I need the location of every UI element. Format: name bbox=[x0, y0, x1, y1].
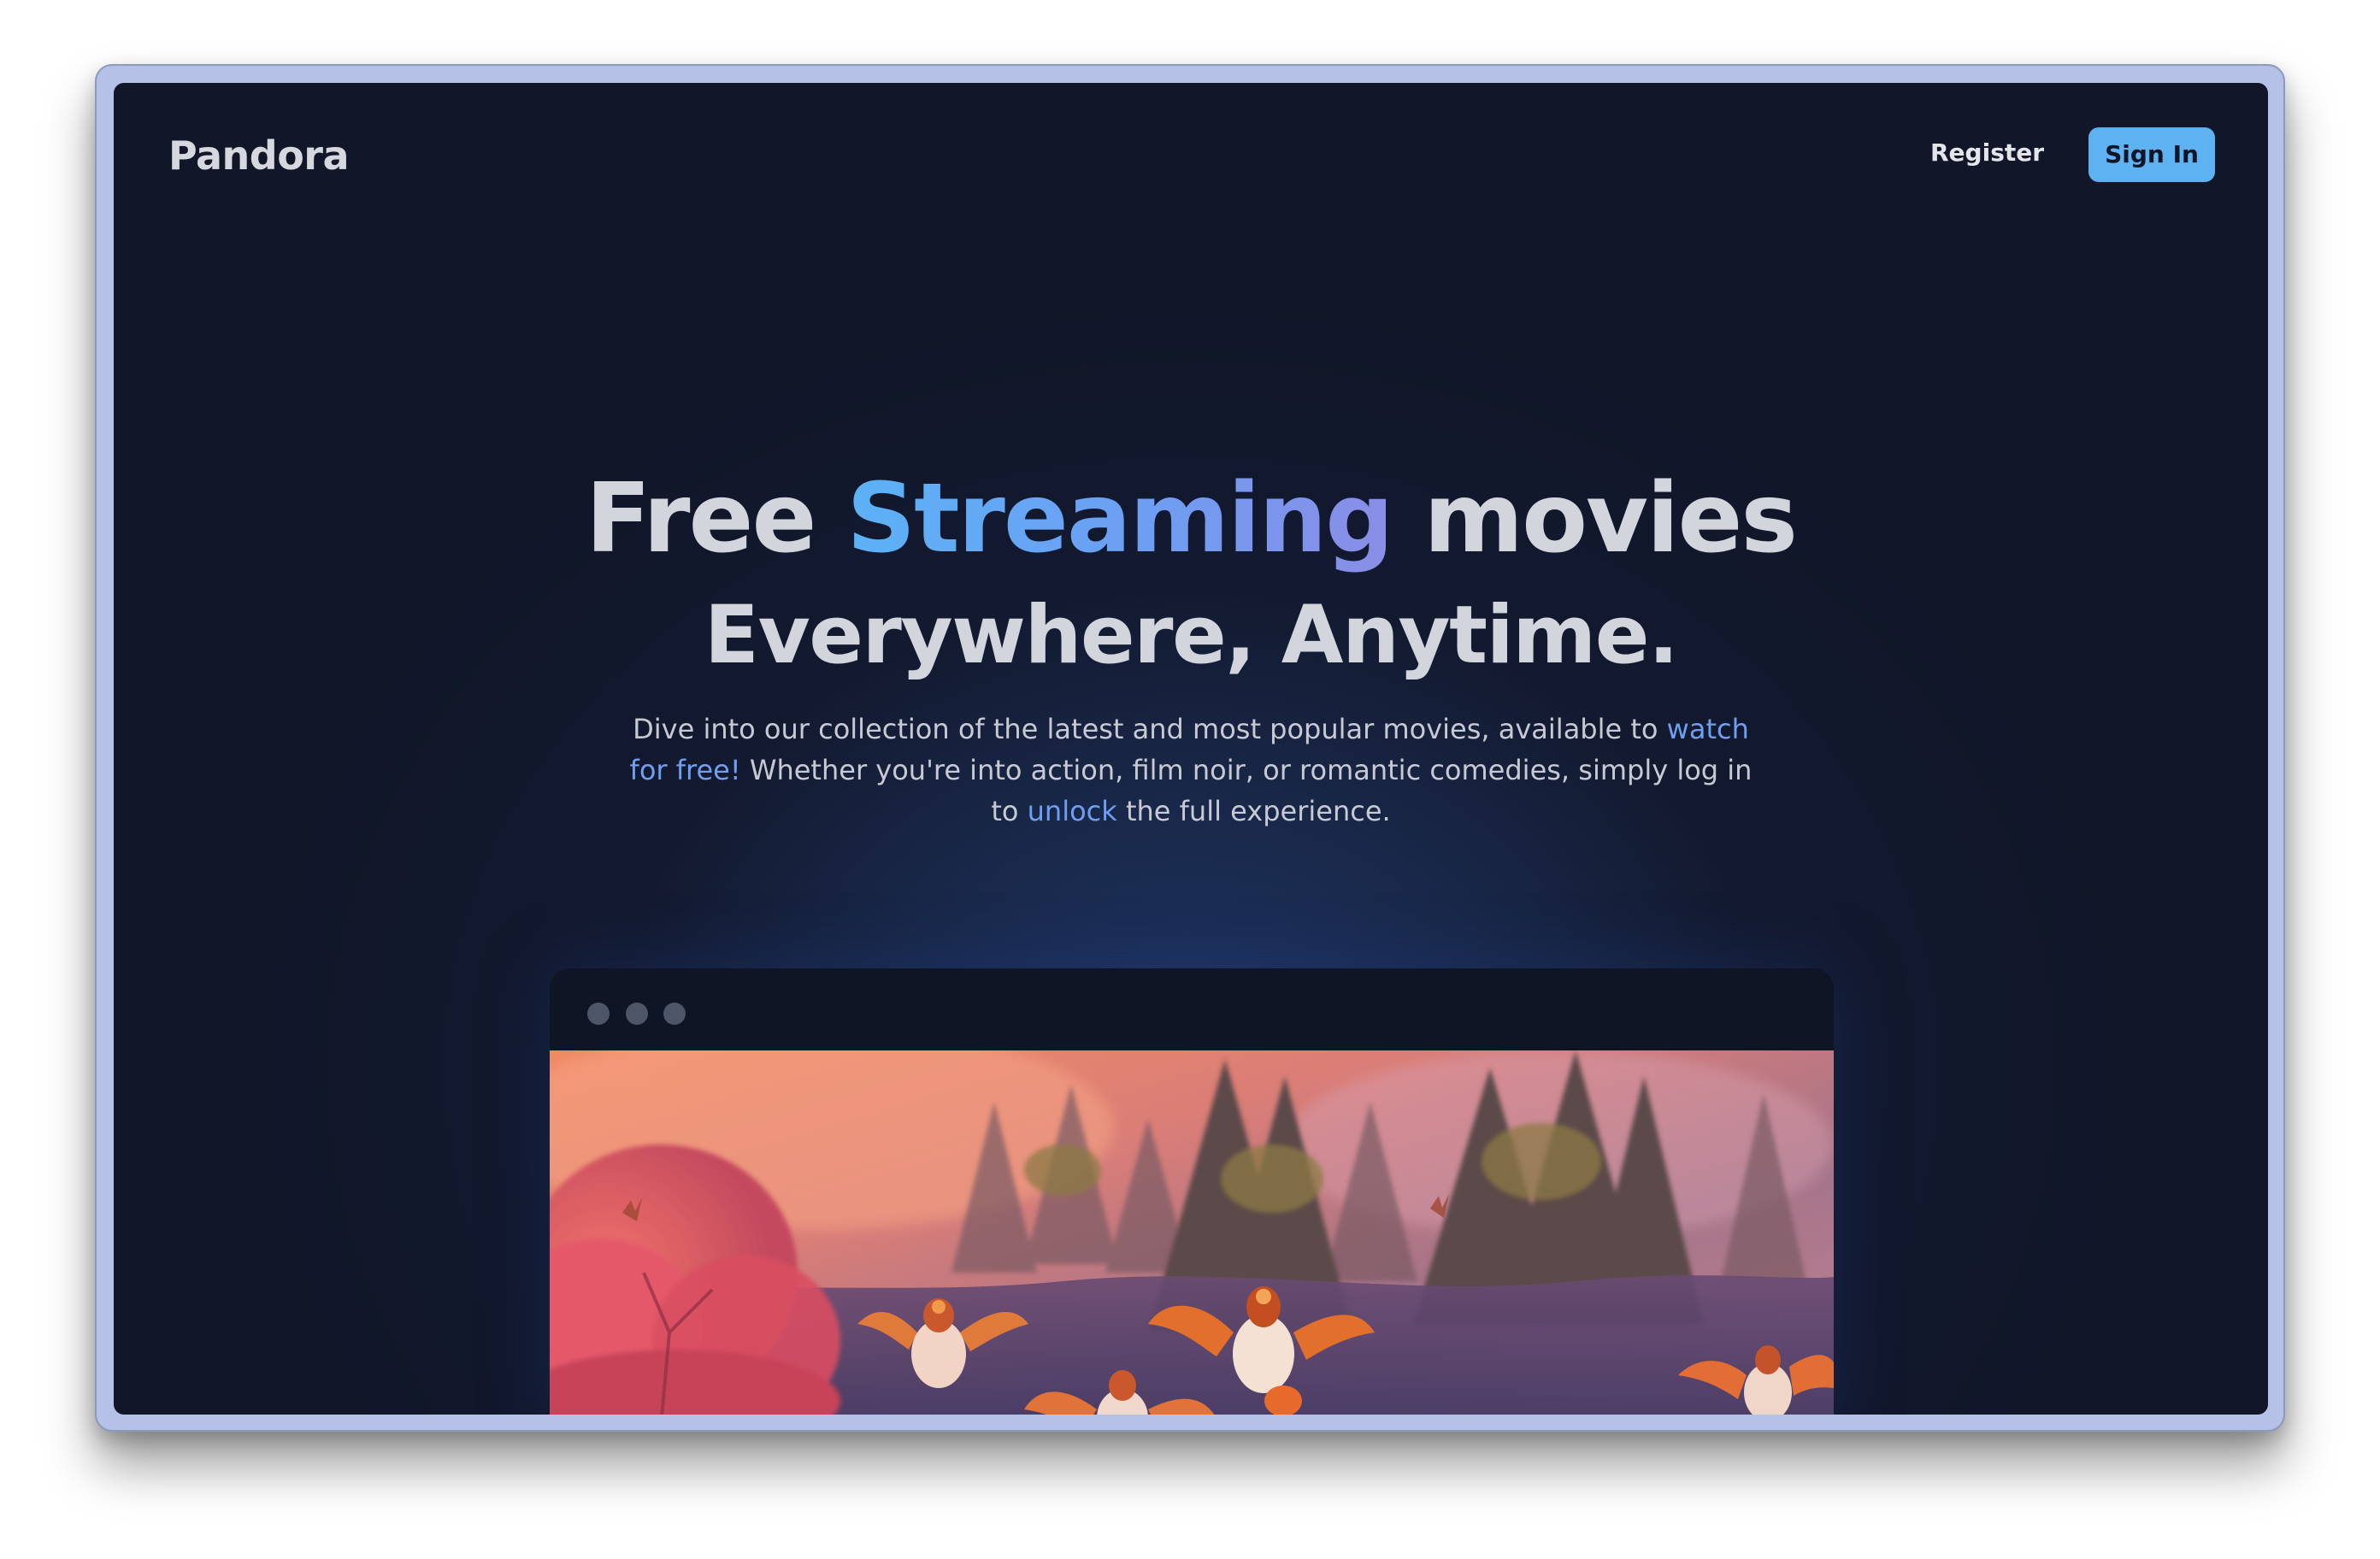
register-link[interactable]: Register bbox=[1930, 136, 2044, 170]
hero-subtitle: Everywhere, Anytime. bbox=[704, 589, 1679, 682]
desc-text-1: Dive into our collection of the latest a… bbox=[633, 713, 1667, 745]
window-dot-icon bbox=[587, 1003, 610, 1025]
hero-title-accent: Streaming bbox=[846, 463, 1393, 574]
preview-window-titlebar bbox=[550, 968, 1834, 1050]
sign-in-button[interactable]: Sign In bbox=[2088, 127, 2215, 182]
preview-window bbox=[550, 968, 1834, 1415]
desc-text-3: the full experience. bbox=[1116, 795, 1391, 827]
device-frame: Pandora Register Sign In Free Streaming … bbox=[95, 64, 2285, 1432]
movie-preview-image bbox=[550, 1050, 1834, 1415]
hero-description: Dive into our collection of the latest a… bbox=[627, 709, 1755, 832]
window-dot-icon bbox=[663, 1003, 686, 1025]
hero-title-part1: Free bbox=[585, 463, 847, 574]
app-screen: Pandora Register Sign In Free Streaming … bbox=[114, 83, 2268, 1415]
page: Pandora Register Sign In Free Streaming … bbox=[0, 0, 2380, 1559]
window-dot-icon bbox=[626, 1003, 648, 1025]
hero-title: Free Streaming movies bbox=[114, 463, 2268, 574]
unlock-link[interactable]: unlock bbox=[1028, 795, 1117, 827]
hero-title-part2: movies bbox=[1392, 463, 1798, 574]
brand-logo[interactable]: Pandora bbox=[168, 132, 350, 179]
